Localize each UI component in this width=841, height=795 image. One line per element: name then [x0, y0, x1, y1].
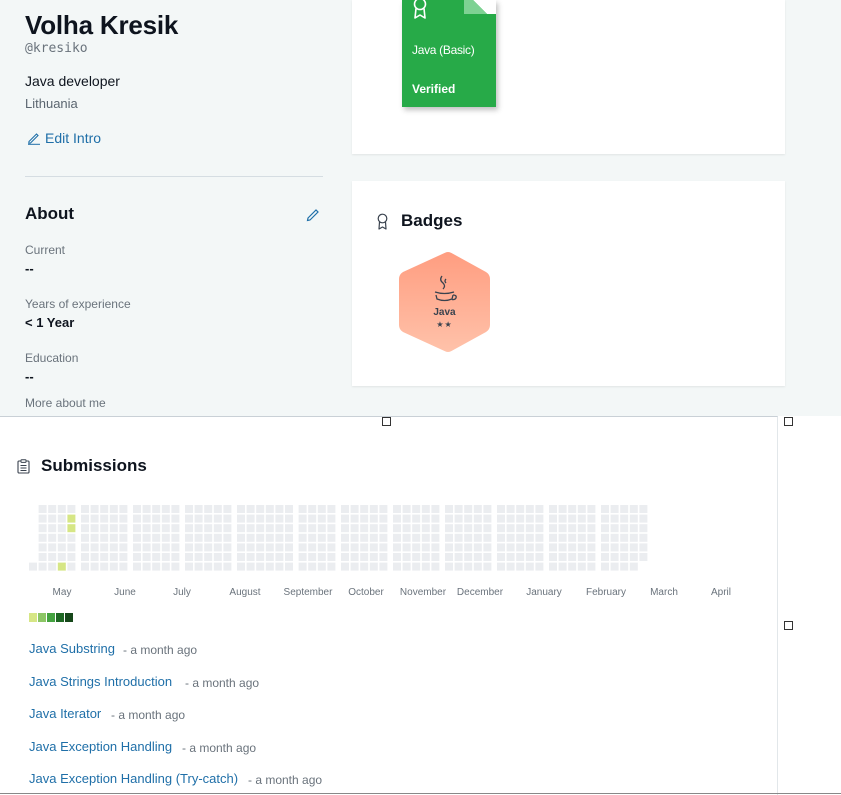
- profile-username: @kresiko: [25, 41, 88, 56]
- panel-margin: [779, 416, 841, 795]
- profile-job-title: Java developer: [25, 73, 120, 89]
- badge-stars: ★★: [436, 320, 453, 329]
- about-experience-label: Years of experience: [25, 297, 131, 311]
- resize-handle-top-right[interactable]: [784, 417, 793, 426]
- about-education-label: Education: [25, 351, 79, 365]
- month-label: June: [114, 587, 136, 598]
- resize-handle-right[interactable]: [784, 621, 793, 630]
- month-label: February: [585, 587, 626, 598]
- about-current-label: Current: [25, 243, 66, 257]
- legend-swatch: [65, 613, 73, 622]
- edit-intro-label: Edit Intro: [45, 130, 102, 146]
- legend-swatch: [29, 613, 37, 622]
- submission-time: - a month ago: [123, 643, 198, 657]
- profile-name: Volha Kresik: [25, 10, 179, 40]
- certificate-java-basic[interactable]: Java (Basic) Verified: [402, 0, 496, 107]
- about-title: About: [25, 204, 75, 223]
- legend-swatch: [56, 613, 64, 622]
- legend-swatch: [47, 613, 55, 622]
- about-experience-value: < 1 Year: [25, 315, 75, 330]
- submission-time: - a month ago: [111, 708, 186, 722]
- edit-intro-link[interactable]: Edit Intro: [27, 130, 101, 146]
- month-label: November: [399, 587, 447, 598]
- edit-about-icon[interactable]: [305, 206, 321, 222]
- month-label: September: [283, 587, 333, 598]
- legend-swatch: [38, 613, 46, 622]
- submission-link[interactable]: Java Iterator: [29, 706, 101, 721]
- submission-time: - a month ago: [185, 676, 260, 690]
- about-education-value: --: [25, 369, 34, 384]
- badges-title: Badges: [401, 211, 463, 230]
- submission-link[interactable]: Java Substring: [29, 641, 115, 656]
- about-more-label: More about me: [25, 396, 106, 410]
- month-label: January: [526, 587, 562, 598]
- about-current-value: --: [25, 261, 34, 276]
- month-label: December: [456, 587, 504, 598]
- month-label: August: [229, 587, 261, 598]
- submissions-title: Submissions: [41, 456, 147, 475]
- resize-handle-top[interactable]: [382, 417, 391, 426]
- submission-link[interactable]: Java Exception Handling (Try-catch): [29, 771, 238, 786]
- submission-link[interactable]: Java Exception Handling: [29, 739, 172, 754]
- month-label: March: [650, 587, 678, 598]
- heatmap-legend: [29, 613, 73, 622]
- submission-time: - a month ago: [182, 741, 257, 755]
- month-label: October: [348, 587, 384, 598]
- submission-time: - a month ago: [248, 773, 323, 787]
- badge-ribbon-icon: [377, 213, 388, 230]
- divider: [25, 176, 323, 177]
- profile-country: Lithuania: [25, 96, 78, 111]
- certificate-title: Java (Basic): [412, 43, 475, 57]
- submission-link[interactable]: Java Strings Introduction: [29, 674, 172, 689]
- month-label: May: [52, 587, 72, 598]
- bottom-border: [0, 793, 841, 794]
- certificate-corner: [464, 0, 496, 14]
- java-badge[interactable]: [398, 252, 491, 352]
- month-label: July: [173, 587, 191, 598]
- clipboard-icon: [17, 459, 30, 474]
- award-icon: [413, 0, 427, 19]
- pencil-icon: [28, 133, 40, 145]
- month-label: April: [710, 587, 731, 598]
- certificate-status: Verified: [412, 82, 456, 96]
- badge-name: Java: [433, 307, 456, 318]
